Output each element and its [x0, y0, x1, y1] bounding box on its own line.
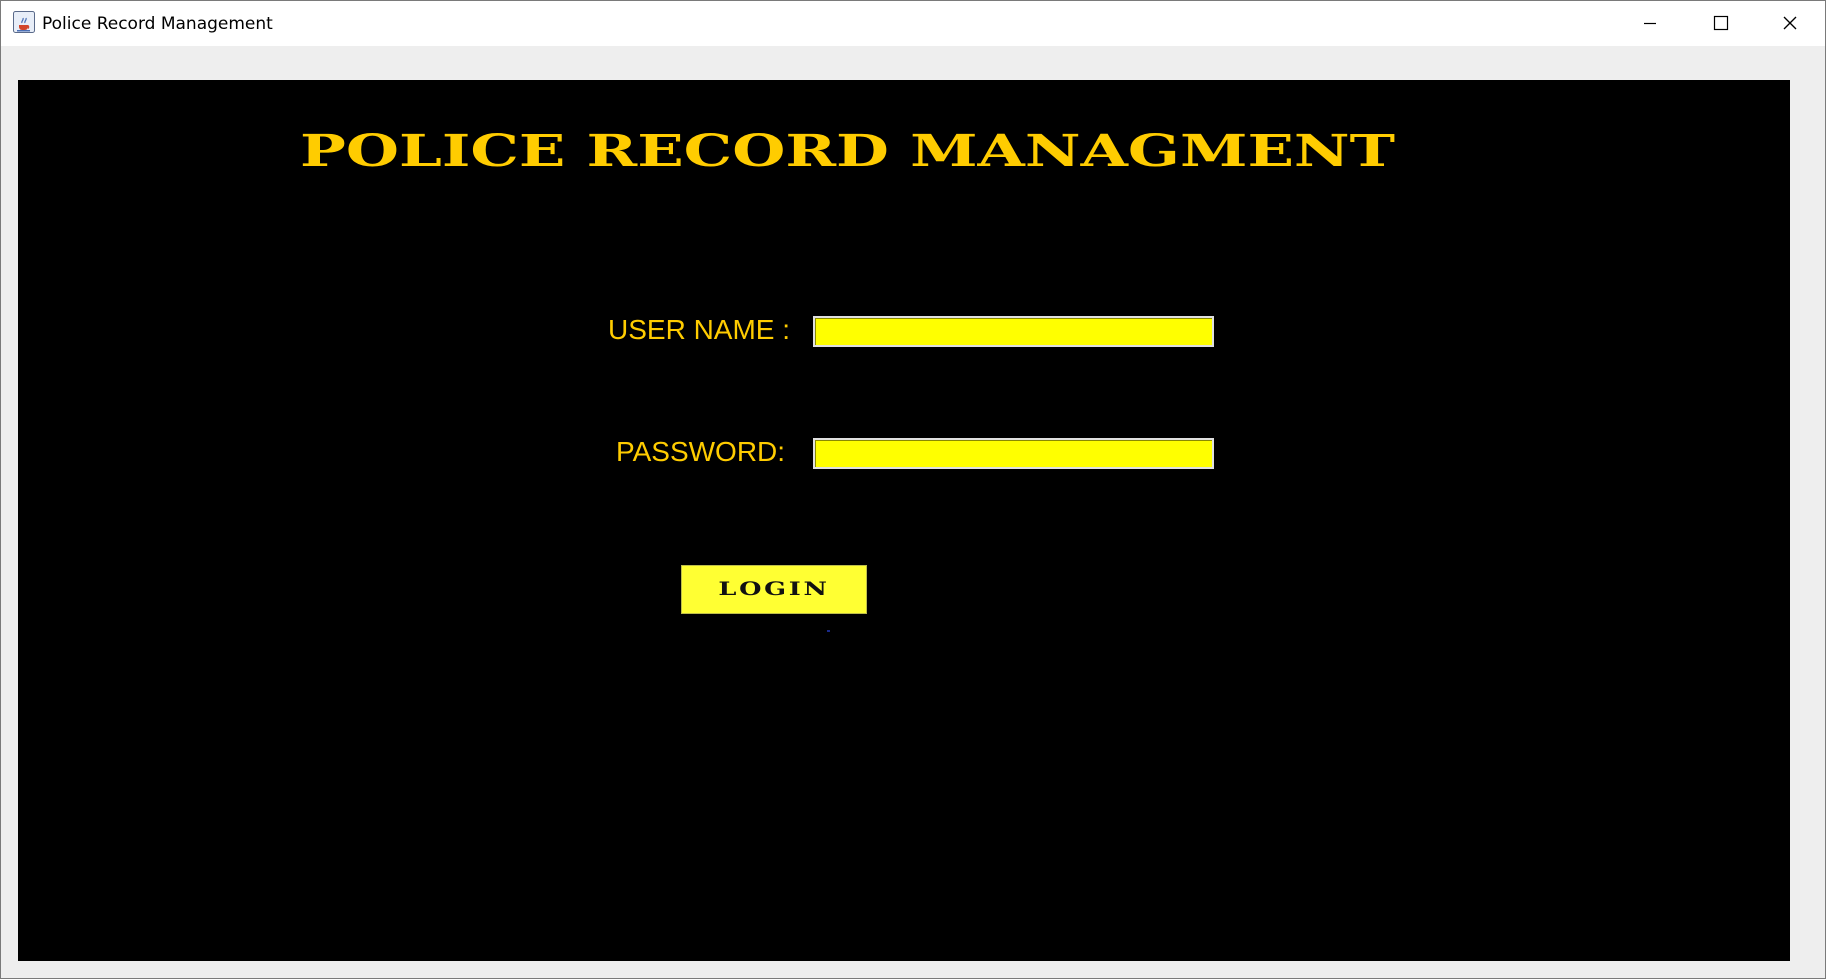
maximize-button[interactable]	[1685, 1, 1755, 46]
password-input[interactable]	[813, 438, 1214, 469]
login-button[interactable]: LOGIN	[681, 565, 867, 614]
close-button[interactable]	[1755, 1, 1825, 46]
login-button-label: LOGIN	[718, 578, 830, 600]
minimize-button[interactable]	[1615, 1, 1685, 46]
username-label: USER NAME :	[608, 314, 791, 345]
window-title: Police Record Management	[42, 14, 273, 34]
maximize-icon	[1713, 15, 1729, 31]
java-cup-icon	[13, 11, 35, 33]
close-icon	[1783, 16, 1797, 30]
page-title-text: POLICE RECORD MANAGMENT	[300, 126, 1395, 176]
page-title: POLICE RECORD MANAGMENT	[300, 120, 1410, 176]
login-panel: POLICE RECORD MANAGMENT USER NAME : PASS…	[18, 80, 1790, 961]
password-label: PASSWORD:	[616, 436, 786, 467]
minimize-icon	[1644, 22, 1656, 25]
app-window: Police Record Management POLICE RECORD M…	[0, 0, 1826, 979]
title-bar[interactable]: Police Record Management	[1, 1, 1825, 46]
stray-pixel	[827, 630, 830, 632]
username-input[interactable]	[813, 316, 1214, 347]
